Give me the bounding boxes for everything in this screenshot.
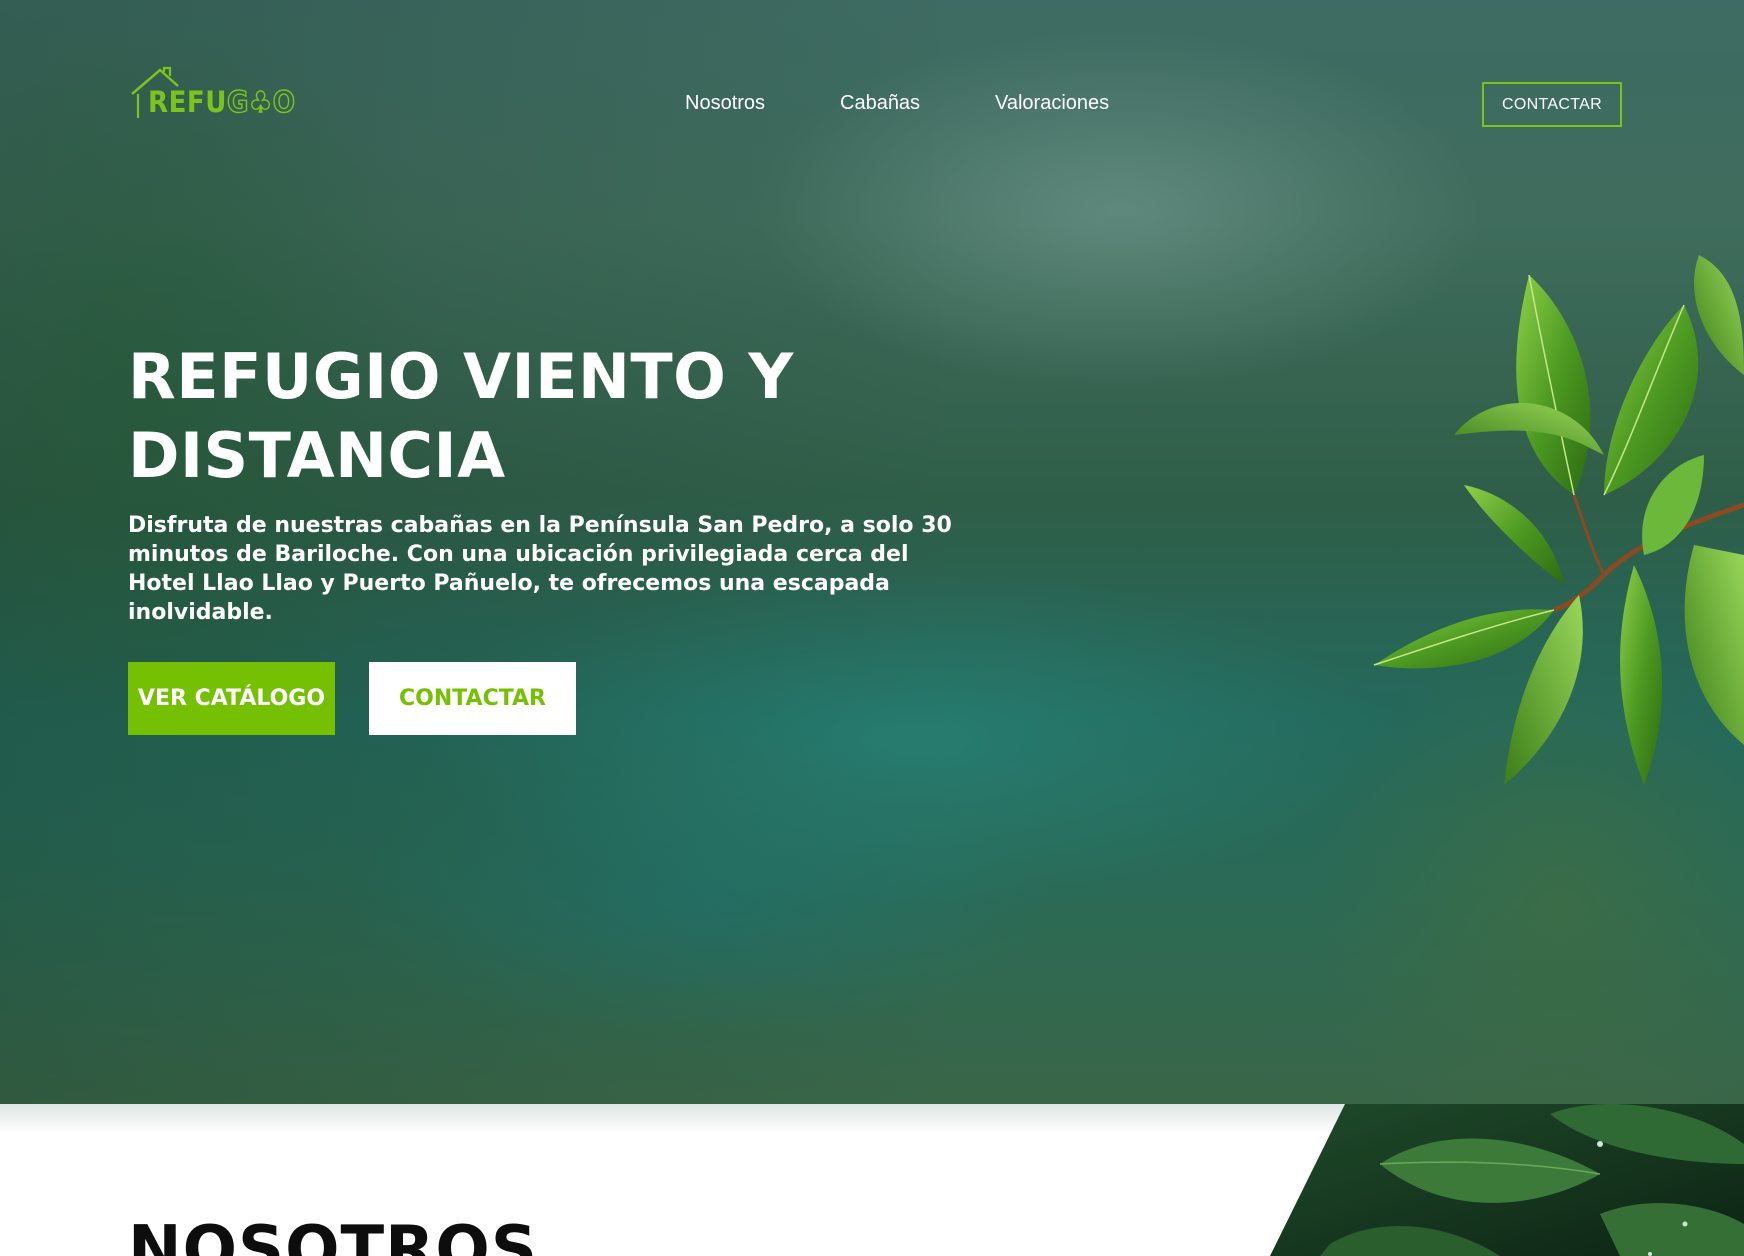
- hero-title-line-1: REFUGIO VIENTO Y: [128, 340, 794, 413]
- hero-section: REFUG♣O Nosotros Cabañas Valoraciones CO…: [0, 0, 1744, 1104]
- hero-description: Disfruta de nuestras cabañas en la Penín…: [128, 513, 952, 625]
- view-catalog-button[interactable]: VER CATÁLOGO: [128, 662, 335, 735]
- hero-title: REFUGIO VIENTO Y DISTANCIA: [128, 337, 1028, 495]
- nav-item-nosotros[interactable]: Nosotros: [685, 92, 765, 115]
- nav-item-cabanas[interactable]: Cabañas: [840, 92, 920, 115]
- nav-item-valoraciones[interactable]: Valoraciones: [995, 92, 1109, 115]
- hero-contact-button[interactable]: CONTACTAR: [369, 662, 576, 735]
- about-section-title: NOSOTROS: [128, 1213, 538, 1256]
- dark-leaves-image: [1270, 1104, 1744, 1256]
- leaves-decoration: [1373, 255, 1744, 785]
- hero-title-line-2: DISTANCIA: [128, 419, 506, 492]
- header-contact-button[interactable]: CONTACTAR: [1482, 82, 1622, 127]
